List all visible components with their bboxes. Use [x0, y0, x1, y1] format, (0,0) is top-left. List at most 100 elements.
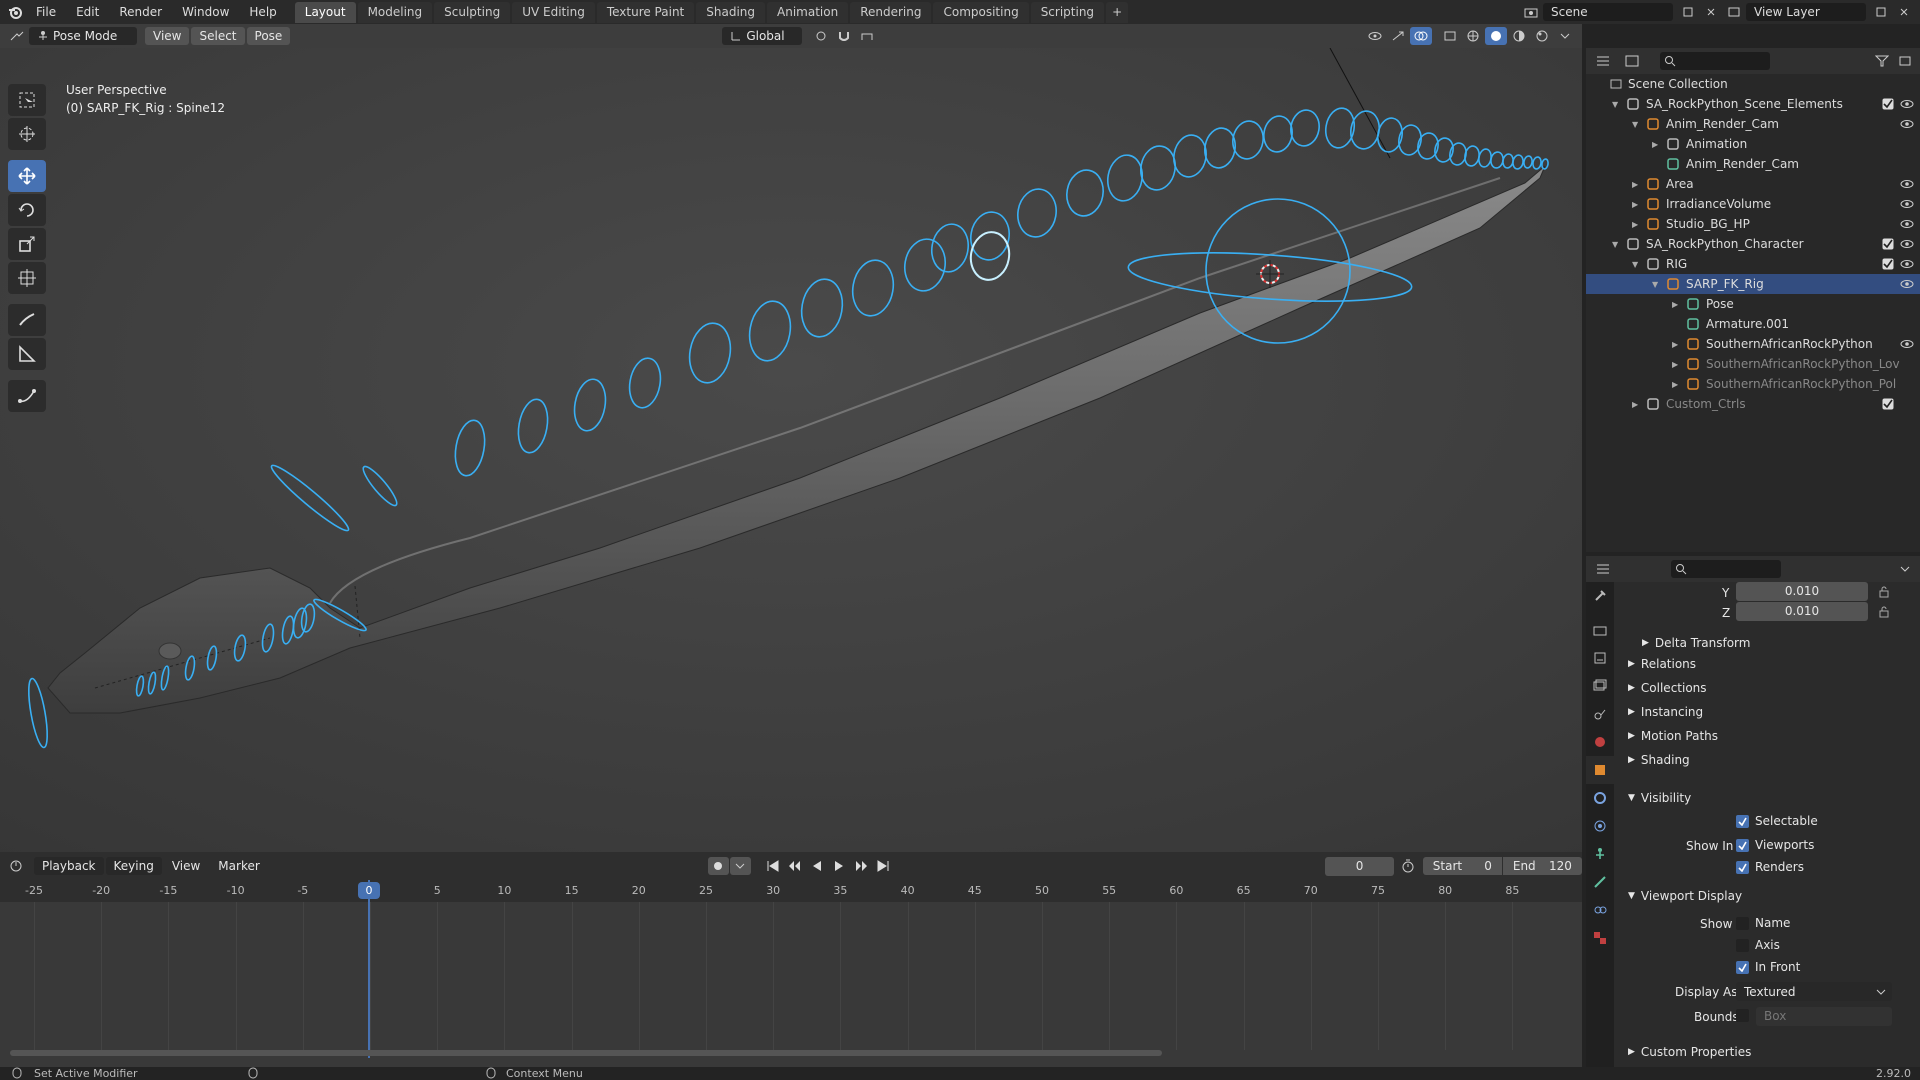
- cursor-tool[interactable]: [8, 118, 46, 150]
- tab-scripting[interactable]: Scripting: [1030, 1, 1105, 23]
- tab-animation[interactable]: Animation: [767, 1, 849, 23]
- eye-icon[interactable]: [1900, 98, 1914, 110]
- disclosure-arrow-icon[interactable]: ▶: [1672, 380, 1678, 389]
- timeline-scrollbar[interactable]: [10, 1050, 1162, 1056]
- xray-icon[interactable]: [1439, 27, 1461, 45]
- keying-menu[interactable]: Keying: [105, 857, 162, 875]
- view-layer-tab-icon[interactable]: [1586, 672, 1614, 700]
- outliner-item[interactable]: ▶ IrradianceVolume: [1586, 194, 1920, 214]
- eye-icon[interactable]: [1900, 198, 1914, 210]
- outliner-item[interactable]: ▶ SouthernAfricanRockPython: [1586, 334, 1920, 354]
- transform-orientation-selector[interactable]: Global: [722, 27, 803, 45]
- display-mode-icon[interactable]: [1621, 52, 1643, 70]
- menu-render[interactable]: Render: [109, 0, 172, 24]
- name-checkbox[interactable]: Name: [1736, 916, 1790, 930]
- object-data-tab-icon[interactable]: [1586, 840, 1614, 868]
- location-z-field[interactable]: 0.010: [1736, 602, 1868, 621]
- playhead-frame-label[interactable]: 0: [358, 882, 380, 899]
- properties-panel-header[interactable]: ▶ Motion Paths: [1628, 726, 1918, 746]
- disclosure-arrow-icon[interactable]: ▶: [1672, 340, 1678, 349]
- disclosure-arrow-icon[interactable]: ▼: [1632, 120, 1638, 129]
- menu-edit[interactable]: Edit: [66, 0, 109, 24]
- output-tab-icon[interactable]: [1586, 644, 1614, 672]
- rotate-tool[interactable]: [8, 194, 46, 226]
- material-shading-icon[interactable]: [1508, 27, 1530, 45]
- custom-properties-panel-header[interactable]: ▶ Custom Properties: [1628, 1042, 1918, 1062]
- properties-panel-header[interactable]: ▶ Instancing: [1628, 702, 1918, 722]
- outliner-root[interactable]: Scene Collection: [1586, 74, 1920, 94]
- properties-options-icon[interactable]: [1894, 560, 1916, 578]
- timeline-view-menu[interactable]: View: [164, 857, 208, 875]
- renders-checkbox[interactable]: Renders: [1736, 860, 1804, 874]
- new-scene-icon[interactable]: [1677, 3, 1699, 21]
- outliner-item[interactable]: Armature.001: [1586, 314, 1920, 334]
- disclosure-arrow-icon[interactable]: ▶: [1652, 140, 1658, 149]
- outliner-item[interactable]: ▶ Area: [1586, 174, 1920, 194]
- timeline-area[interactable]: -25 -20 -15 -10 -5 0 5 10 15 20 25 30 35 40 45 50 55 60 65…: [0, 880, 1582, 1067]
- exclude-checkbox-icon[interactable]: [1882, 238, 1894, 250]
- tab-sculpting[interactable]: Sculpting: [434, 1, 511, 23]
- pivot-icon[interactable]: [810, 27, 832, 45]
- delete-view-layer-icon[interactable]: [1893, 3, 1915, 21]
- selectable-checkbox[interactable]: Selectable: [1736, 814, 1818, 828]
- modifiers-tab-icon[interactable]: [1586, 784, 1614, 812]
- tab-uv-editing[interactable]: UV Editing: [512, 1, 595, 23]
- location-y-field[interactable]: 0.010: [1736, 582, 1868, 601]
- select-menu[interactable]: Select: [191, 27, 245, 45]
- new-view-layer-icon[interactable]: [1870, 3, 1892, 21]
- particles-tab-icon[interactable]: [1586, 812, 1614, 840]
- visibility-filter-icon[interactable]: [1364, 27, 1386, 45]
- bone-tab-icon[interactable]: [1586, 868, 1614, 896]
- disclosure-arrow-icon[interactable]: ▶: [1632, 180, 1638, 189]
- end-frame-field[interactable]: End 120: [1502, 857, 1582, 875]
- disclosure-arrow-icon[interactable]: ▼: [1612, 100, 1618, 109]
- start-frame-field[interactable]: Start 0: [1422, 857, 1502, 875]
- view-layer-icon[interactable]: [1723, 3, 1745, 21]
- jump-end-icon[interactable]: [873, 857, 894, 875]
- constraints-tab-icon[interactable]: [1586, 896, 1614, 924]
- jump-start-icon[interactable]: [763, 857, 784, 875]
- disclosure-arrow-icon[interactable]: ▶: [1672, 300, 1678, 309]
- render-tab-icon[interactable]: [1586, 616, 1614, 644]
- select-box-tool[interactable]: [8, 84, 46, 116]
- prev-keyframe-icon[interactable]: [785, 857, 806, 875]
- play-reverse-icon[interactable]: [807, 857, 828, 875]
- eye-icon[interactable]: [1900, 338, 1914, 350]
- lock-z-icon[interactable]: [1878, 606, 1890, 618]
- viewport-display-panel-header[interactable]: ▼ Viewport Display: [1628, 886, 1918, 906]
- viewports-checkbox[interactable]: Viewports: [1736, 838, 1814, 852]
- tab-shading[interactable]: Shading: [696, 1, 765, 23]
- lock-y-icon[interactable]: [1878, 586, 1890, 598]
- visibility-panel-header[interactable]: ▼ Visibility: [1628, 788, 1918, 808]
- axis-checkbox[interactable]: Axis: [1736, 938, 1780, 952]
- delta-transform-subpanel[interactable]: ▶ Delta Transform: [1642, 636, 1750, 650]
- exclude-checkbox-icon[interactable]: [1882, 398, 1894, 410]
- outliner-item[interactable]: ▼ SA_RockPython_Scene_Elements: [1586, 94, 1920, 114]
- eye-icon[interactable]: [1900, 178, 1914, 190]
- pose-menu[interactable]: Pose: [246, 27, 291, 45]
- outliner-editor-icon[interactable]: [1592, 52, 1614, 70]
- mode-selector[interactable]: Pose Mode: [29, 27, 137, 45]
- outliner-item[interactable]: Anim_Render_Cam: [1586, 154, 1920, 174]
- eye-icon[interactable]: [1900, 218, 1914, 230]
- timeline-editor-icon[interactable]: [6, 857, 27, 875]
- editor-type-icon[interactable]: [6, 27, 28, 45]
- filter-icon[interactable]: [1871, 52, 1893, 70]
- outliner-item[interactable]: ▼ SARP_FK_Rig: [1586, 274, 1920, 294]
- menu-window[interactable]: Window: [172, 0, 239, 24]
- disclosure-arrow-icon[interactable]: ▶: [1632, 220, 1638, 229]
- in-front-checkbox[interactable]: In Front: [1736, 960, 1800, 974]
- disclosure-arrow-icon[interactable]: ▶: [1632, 400, 1638, 409]
- disclosure-arrow-icon[interactable]: ▶: [1672, 360, 1678, 369]
- tab-rendering[interactable]: Rendering: [850, 1, 932, 23]
- scene-tab-icon[interactable]: [1586, 700, 1614, 728]
- scene-selector[interactable]: Scene: [1543, 3, 1673, 21]
- outliner-item[interactable]: ▼ SA_RockPython_Character: [1586, 234, 1920, 254]
- marker-menu[interactable]: Marker: [210, 857, 267, 875]
- outliner-search-input[interactable]: [1660, 52, 1770, 70]
- next-keyframe-icon[interactable]: [851, 857, 872, 875]
- shading-options-icon[interactable]: [1554, 27, 1576, 45]
- preview-range-icon[interactable]: [1398, 857, 1419, 875]
- exclude-checkbox-icon[interactable]: [1882, 258, 1894, 270]
- scene-canvas[interactable]: [0, 48, 1582, 852]
